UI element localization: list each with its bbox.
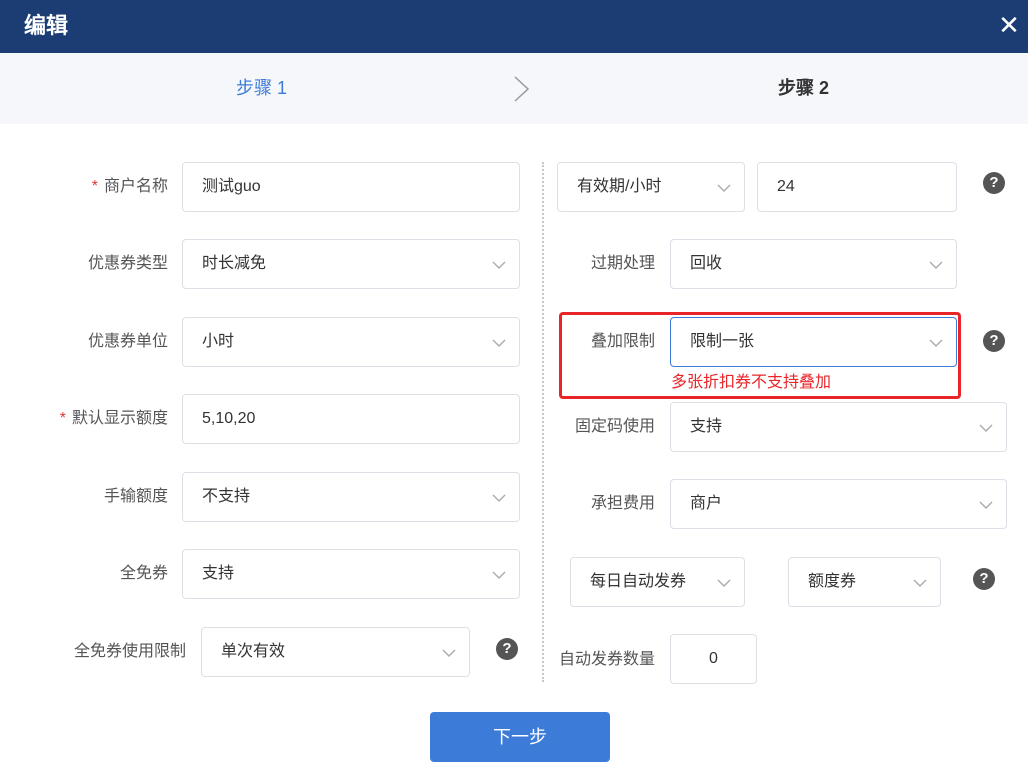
full-free-select[interactable]: 支持 [182, 549, 520, 599]
full-free-value: 支持 [202, 565, 235, 582]
fixed-code-label: 固定码使用 [574, 418, 655, 435]
expiry-handling-label: 过期处理 [590, 255, 655, 272]
chevron-down-icon [492, 571, 506, 579]
help-icon[interactable]: ? [983, 330, 1005, 352]
default-amounts-input[interactable]: 5,10,20 [182, 394, 520, 444]
chevron-down-icon [979, 424, 993, 432]
chevron-down-icon [913, 579, 927, 587]
chevron-down-icon [442, 649, 456, 657]
fixed-code-value: 支持 [690, 418, 723, 435]
auto-issue-count-label: 自动发券数量 [558, 651, 655, 668]
close-icon[interactable]: ✕ [996, 12, 1022, 38]
chevron-down-icon [492, 494, 506, 502]
full-free-limit-select[interactable]: 单次有效 [201, 627, 470, 677]
chevron-down-icon [717, 579, 731, 587]
help-icon[interactable]: ? [496, 638, 518, 660]
coupon-type-select[interactable]: 时长减免 [182, 239, 520, 289]
manual-amount-select[interactable]: 不支持 [182, 472, 520, 522]
coupon-type-value: 时长减免 [202, 255, 267, 272]
merchant-name-label: * 商户名称 [91, 178, 168, 195]
help-icon[interactable]: ? [983, 172, 1005, 194]
step-1[interactable]: 步骤 1 [236, 75, 287, 101]
steps-bar: 步骤 1 步骤 2 [0, 53, 1028, 124]
required-mark: * [59, 410, 66, 427]
cost-bearer-value: 商户 [690, 495, 723, 512]
chevron-down-icon [492, 339, 506, 347]
validity-hours-value: 24 [777, 178, 795, 195]
step-2[interactable]: 步骤 2 [778, 75, 829, 101]
auto-issue-frequency-value: 每日自动发券 [590, 573, 687, 590]
cost-bearer-select[interactable]: 商户 [670, 479, 1007, 529]
auto-issue-kind-select[interactable]: 额度券 [788, 557, 941, 607]
column-divider [542, 162, 544, 682]
coupon-unit-select[interactable]: 小时 [182, 317, 520, 367]
fixed-code-select[interactable]: 支持 [670, 402, 1007, 452]
validity-unit-value: 有效期/小时 [577, 178, 662, 195]
stack-limit-select[interactable]: 限制一张 [670, 317, 957, 367]
chevron-down-icon [929, 339, 943, 347]
full-free-limit-value: 单次有效 [221, 643, 286, 660]
auto-issue-kind-value: 额度券 [808, 573, 857, 590]
chevron-right-icon [514, 76, 530, 102]
full-free-limit-label: 全免券使用限制 [73, 643, 186, 660]
auto-issue-count-value: 0 [709, 650, 718, 667]
default-amounts-label: * 默认显示额度 [59, 410, 168, 427]
coupon-unit-label: 优惠券单位 [87, 333, 168, 350]
coupon-unit-value: 小时 [202, 333, 235, 350]
auto-issue-count-input[interactable]: 0 [670, 634, 757, 684]
stack-limit-label: 叠加限制 [590, 333, 655, 350]
help-icon[interactable]: ? [973, 568, 995, 590]
chevron-down-icon [717, 184, 731, 192]
required-mark: * [91, 178, 98, 195]
chevron-down-icon [979, 501, 993, 509]
manual-amount-value: 不支持 [202, 488, 251, 505]
cost-bearer-label: 承担费用 [590, 495, 655, 512]
manual-amount-label: 手输额度 [103, 488, 168, 505]
merchant-name-input[interactable]: 测试guo [182, 162, 520, 212]
expiry-handling-value: 回收 [690, 255, 723, 272]
chevron-down-icon [492, 261, 506, 269]
dialog-header: 编辑 ✕ [0, 0, 1028, 53]
default-amounts-value: 5,10,20 [202, 410, 256, 427]
expiry-handling-select[interactable]: 回收 [670, 239, 957, 289]
stack-limit-error: 多张折扣券不支持叠加 [671, 374, 832, 391]
stack-limit-value: 限制一张 [690, 333, 755, 350]
full-free-label: 全免券 [119, 565, 168, 582]
merchant-name-value: 测试guo [202, 178, 261, 195]
coupon-type-label: 优惠券类型 [87, 255, 168, 272]
chevron-down-icon [929, 261, 943, 269]
dialog-title: 编辑 [24, 13, 69, 38]
next-step-button[interactable]: 下一步 [430, 712, 610, 762]
auto-issue-frequency-select[interactable]: 每日自动发券 [570, 557, 745, 607]
validity-hours-input[interactable]: 24 [757, 162, 957, 212]
validity-unit-select[interactable]: 有效期/小时 [557, 162, 745, 212]
